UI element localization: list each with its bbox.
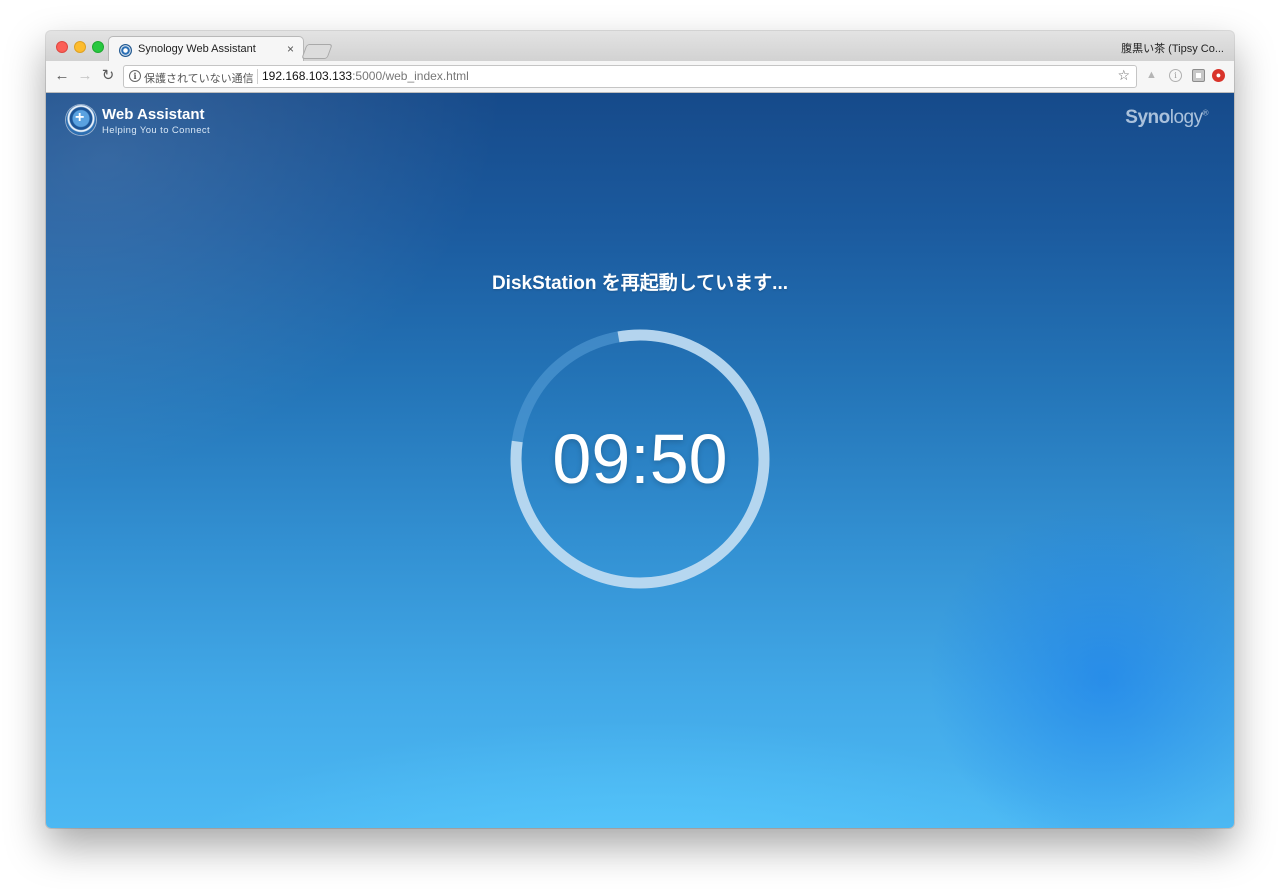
brand-subtitle: Helping You to Connect (102, 125, 211, 136)
extension-info-icon[interactable]: i (1169, 69, 1182, 82)
window-close-button[interactable] (56, 41, 68, 53)
vendor-logo-bold: Syno (1125, 107, 1170, 128)
web-assistant-logo-icon: + (66, 105, 96, 135)
info-icon[interactable]: i (129, 70, 141, 82)
tab-title: Synology Web Assistant (138, 43, 256, 55)
plus-icon: + (75, 109, 85, 126)
browser-toolbar: ← → ↻ i 保護されていない通信 192.168.103.133:5000/… (46, 61, 1234, 93)
extension-square-icon[interactable] (1192, 69, 1205, 82)
countdown-timer: 09:50 (508, 327, 772, 591)
address-separator (257, 69, 258, 84)
vendor-logo-light: logy (1169, 107, 1203, 128)
back-arrow-icon[interactable]: ← (52, 66, 72, 86)
countdown-value: 09:50 (552, 420, 728, 498)
security-label[interactable]: 保護されていない通信 (144, 70, 254, 86)
url-host: 192.168.103.133 (262, 69, 353, 83)
new-tab-button[interactable] (301, 44, 333, 59)
window-minimize-button[interactable] (74, 41, 86, 53)
restart-status-message: DiskStation を再起動しています... (491, 273, 789, 294)
forward-arrow-icon[interactable]: → (75, 66, 95, 86)
synology-favicon-icon (119, 44, 132, 57)
window-maximize-button[interactable] (92, 41, 104, 53)
brand-title: Web Assistant (102, 106, 205, 123)
tab-strip: Synology Web Assistant × 腹黒い茶 (Tipsy Co.… (46, 31, 1234, 63)
tab-close-icon[interactable]: × (287, 42, 294, 56)
url-text[interactable]: 192.168.103.133:5000/web_index.html (262, 69, 469, 83)
synology-logo: Synology® (1125, 107, 1208, 129)
page-content: + Web Assistant Helping You to Connect S… (46, 93, 1234, 828)
browser-window: Synology Web Assistant × 腹黒い茶 (Tipsy Co.… (46, 31, 1234, 828)
reload-icon[interactable]: ↻ (98, 66, 118, 86)
drive-extension-icon[interactable]: ▲ (1145, 69, 1158, 82)
vendor-trademark: ® (1202, 108, 1209, 118)
url-path: :5000/web_index.html (352, 69, 469, 83)
address-bar[interactable]: i 保護されていない通信 192.168.103.133:5000/web_in… (123, 65, 1137, 88)
bookmark-star-icon[interactable]: ☆ (1117, 67, 1130, 84)
tab-synology-web-assistant[interactable]: Synology Web Assistant × (108, 36, 304, 63)
adblock-extension-icon[interactable]: ● (1212, 69, 1225, 82)
profile-name[interactable]: 腹黒い茶 (Tipsy Co... (1121, 40, 1224, 56)
